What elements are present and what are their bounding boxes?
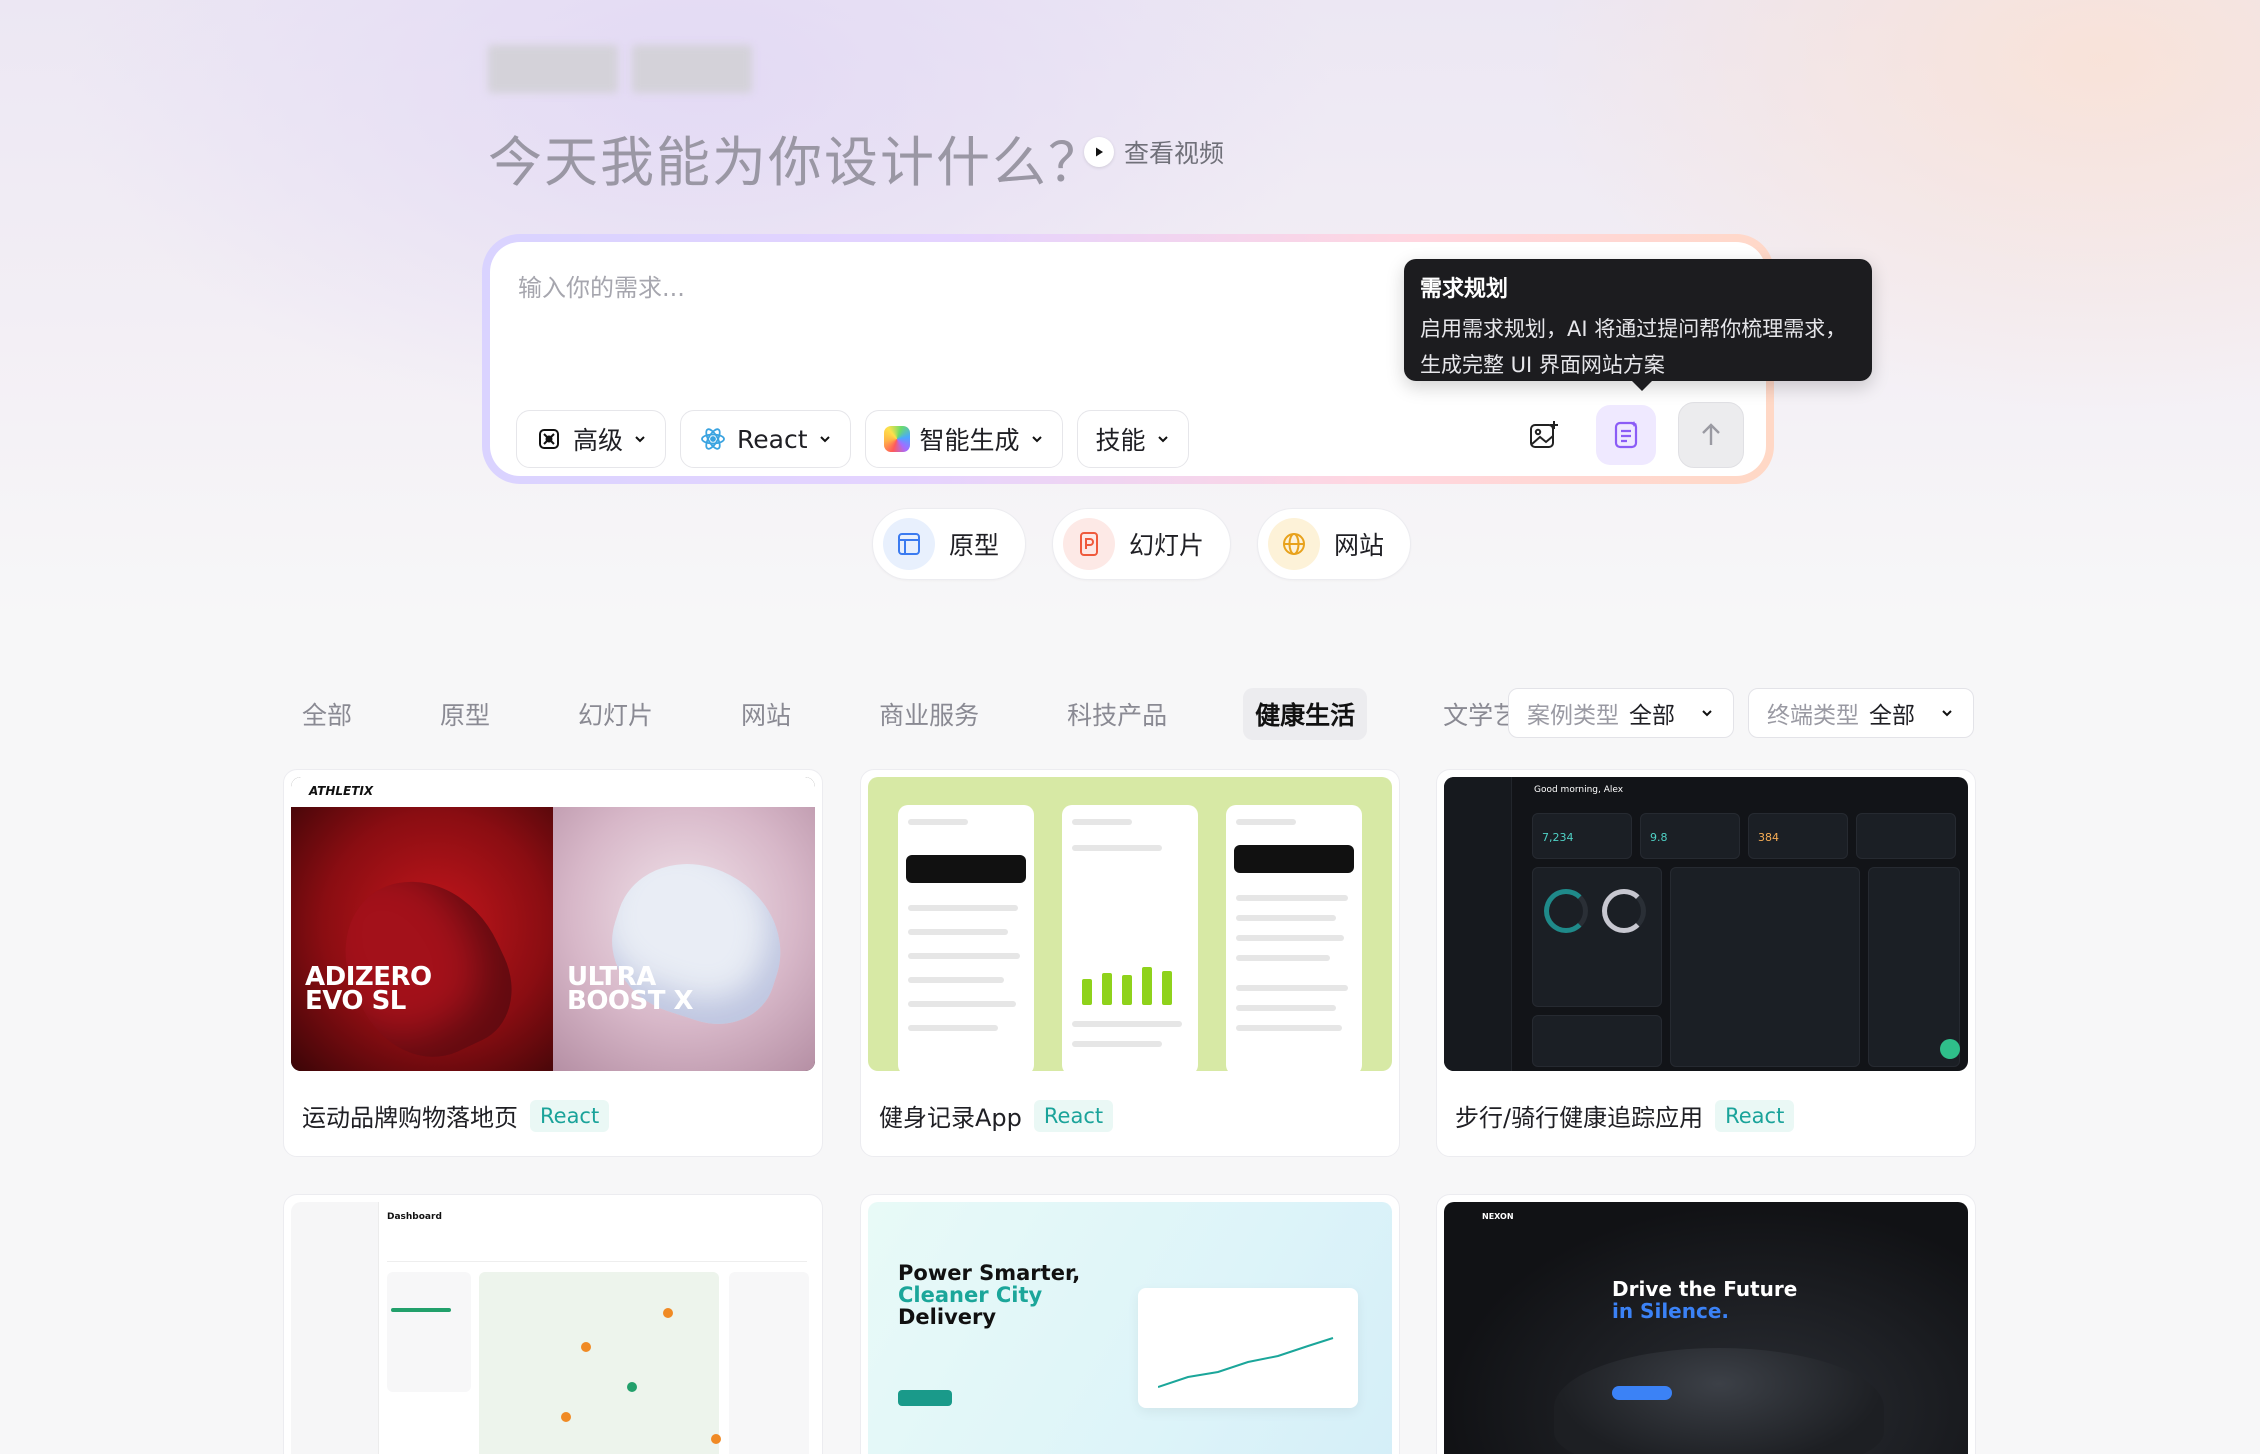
thumb-heading-accent: Cleaner City — [898, 1283, 1043, 1307]
framework-react-dropdown[interactable]: React — [680, 410, 851, 468]
tab-slides[interactable]: 幻灯片 — [566, 688, 665, 740]
react-icon — [701, 428, 725, 450]
case-card[interactable]: 健身记录App React — [860, 769, 1400, 1157]
globe-icon — [1268, 518, 1321, 570]
thumb-heading: Power Smarter, — [898, 1261, 1081, 1285]
tab-business[interactable]: 商业服务 — [867, 688, 991, 740]
tab-website[interactable]: 网站 — [729, 688, 803, 740]
thumb-product-2: ULTRA BOOST X — [567, 962, 694, 1016]
case-card[interactable]: ATHLETIX ADIZERO EVO SL ULTRA BOOST X 运动… — [283, 769, 823, 1157]
case-card[interactable]: Good morning, Alex 7,234 9.8 384 步行/骑行健康… — [1436, 769, 1976, 1157]
case-thumbnail-fitness-app — [868, 777, 1392, 1071]
upload-image-button[interactable] — [1514, 405, 1574, 465]
case-thumbnail-fleet-dashboard: Dashboard — [291, 1202, 815, 1454]
tab-all[interactable]: 全部 — [290, 688, 364, 740]
framework-react-label: React — [737, 424, 808, 454]
case-tag: React — [1715, 1099, 1795, 1132]
blurred-user-greeting — [488, 40, 778, 98]
chevron-down-icon — [1942, 710, 1952, 717]
thumb-greeting: Good morning, Alex — [1534, 785, 1624, 795]
send-button[interactable] — [1678, 402, 1744, 468]
layout-icon — [883, 518, 935, 570]
quick-type-prototype-label: 原型 — [949, 531, 1000, 560]
chevron-down-icon — [819, 436, 830, 443]
mode-advanced-dropdown[interactable]: 高级 — [516, 410, 667, 468]
chevron-down-icon — [1702, 710, 1712, 717]
quick-type-website-label: 网站 — [1334, 531, 1385, 560]
requirement-planning-tooltip: 需求规划 启用需求规划，AI 将通过提问帮你梳理需求， 生成完整 UI 界面网站… — [1404, 259, 1872, 391]
device-type-select[interactable]: 终端类型 全部 — [1748, 688, 1974, 738]
thumb-brand: NEXON — [1482, 1212, 1514, 1221]
smart-generate-label: 智能生成 — [919, 426, 1020, 455]
thumb-heading: Dashboard — [387, 1212, 442, 1222]
thumb-stat: 7,234 — [1542, 831, 1574, 844]
tab-tech[interactable]: 科技产品 — [1055, 688, 1179, 740]
case-title: 运动品牌购物落地页 — [302, 1104, 518, 1132]
quick-type-website[interactable]: 网站 — [1257, 508, 1412, 580]
thumb-stat: 384 — [1758, 831, 1779, 844]
case-type-value: 全部 — [1629, 703, 1675, 729]
thumb-heading: Drive the Future — [1612, 1277, 1798, 1301]
device-type-label: 终端类型 — [1767, 703, 1859, 729]
category-tabs: 全部 原型 幻灯片 网站 商业服务 科技产品 健康生活 文学艺术 — [290, 688, 1555, 740]
case-type-label: 案例类型 — [1527, 703, 1619, 729]
tab-health[interactable]: 健康生活 — [1243, 688, 1368, 740]
case-thumbnail-delivery-landing: Power Smarter, Cleaner City Delivery — [868, 1202, 1392, 1454]
thumb-heading-accent: in Silence. — [1612, 1299, 1729, 1323]
chevron-down-icon — [1157, 436, 1168, 443]
case-thumbnail-shoe-store: ATHLETIX ADIZERO EVO SL ULTRA BOOST X — [291, 777, 815, 1071]
thumb-brand: ATHLETIX — [309, 784, 374, 798]
case-card[interactable]: Power Smarter, Cleaner City Delivery — [860, 1194, 1400, 1454]
case-tag: React — [530, 1099, 610, 1132]
tooltip-title: 需求规划 — [1420, 277, 1509, 302]
case-type-select[interactable]: 案例类型 全部 — [1508, 688, 1734, 738]
device-type-value: 全部 — [1869, 703, 1915, 729]
thumb-heading: Delivery — [898, 1305, 997, 1329]
atom-icon — [539, 429, 559, 449]
case-card[interactable]: NEXON Drive the Future in Silence. — [1436, 1194, 1976, 1454]
case-title: 步行/骑行健康追踪应用 — [1455, 1104, 1704, 1132]
skills-dropdown[interactable]: 技能 — [1076, 410, 1189, 468]
chevron-down-icon — [635, 436, 645, 443]
tab-prototype[interactable]: 原型 — [428, 688, 502, 740]
case-thumbnail-activity-tracker: Good morning, Alex 7,234 9.8 384 — [1444, 777, 1968, 1071]
quick-type-prototype[interactable]: 原型 — [872, 508, 1027, 580]
tooltip-line-2: 生成完整 UI 界面网站方案 — [1420, 353, 1665, 377]
plan-document-icon — [1614, 421, 1638, 449]
page-headline: 今天我能为你设计什么？ — [488, 131, 1104, 194]
thumb-product-1: ADIZERO EVO SL — [305, 962, 432, 1016]
prompt-input[interactable] — [518, 268, 1418, 308]
watch-video-label: 查看视频 — [1124, 139, 1225, 168]
quick-type-slides-label: 幻灯片 — [1129, 531, 1205, 560]
requirement-planning-button[interactable] — [1596, 405, 1656, 465]
case-thumbnail-ev-landing: NEXON Drive the Future in Silence. — [1444, 1202, 1968, 1454]
tooltip-line-1: 启用需求规划，AI 将通过提问帮你梳理需求， — [1420, 317, 1847, 341]
arrow-up-icon — [1702, 423, 1720, 445]
gradient-square-icon — [883, 426, 910, 452]
thumb-trend-line — [1158, 1337, 1334, 1388]
chevron-down-icon — [1031, 436, 1042, 443]
case-tag: React — [1033, 1099, 1114, 1132]
thumb-stat: 9.8 — [1650, 831, 1668, 844]
smart-generate-dropdown[interactable]: 智能生成 — [864, 410, 1063, 468]
quick-type-slides[interactable]: 幻灯片 — [1052, 508, 1232, 580]
image-plus-icon — [1530, 421, 1558, 448]
skills-label: 技能 — [1095, 426, 1146, 455]
watch-video-link[interactable]: 查看视频 — [1084, 134, 1224, 170]
slides-icon — [1063, 518, 1116, 570]
play-icon — [1084, 137, 1114, 167]
mode-advanced-label: 高级 — [573, 426, 624, 455]
case-title: 健身记录App — [879, 1104, 1022, 1132]
case-card[interactable]: Dashboard — [283, 1194, 823, 1454]
